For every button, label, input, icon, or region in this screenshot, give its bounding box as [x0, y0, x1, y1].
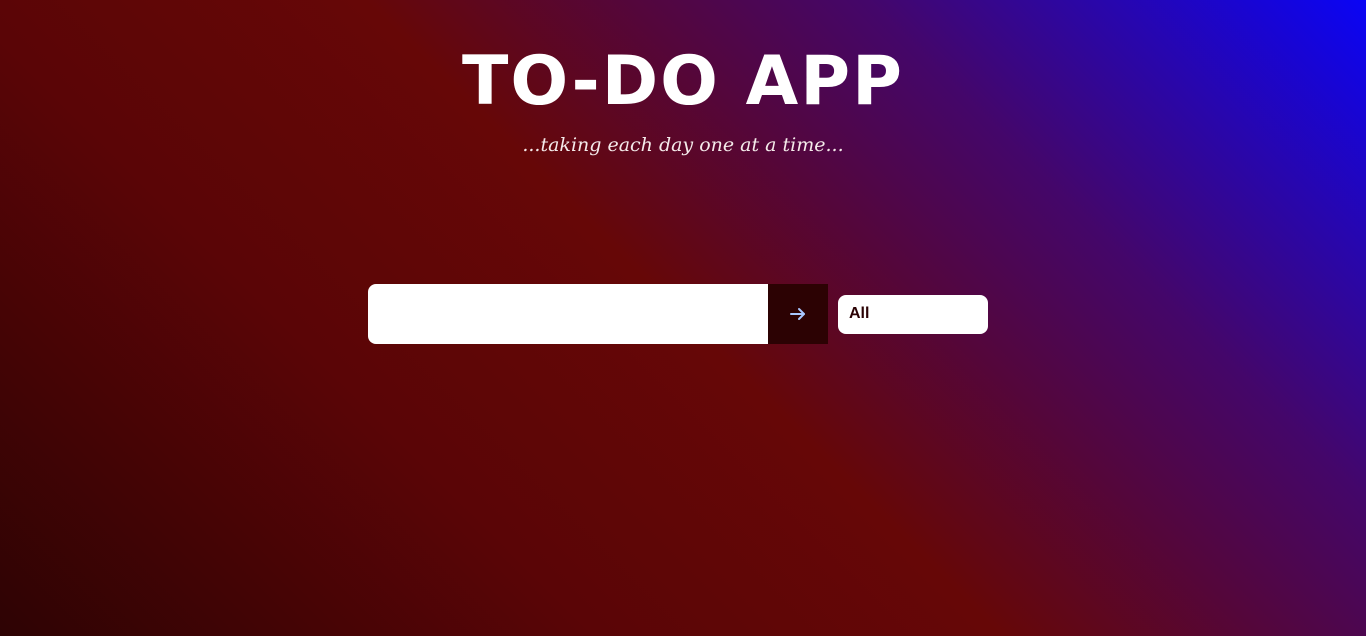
filter-selected-value: All [849, 305, 870, 322]
app-header: TO-DO APP ...taking each day one at a ti… [0, 40, 1366, 158]
app-title: TO-DO APP [462, 42, 904, 121]
todo-form: All [368, 284, 988, 344]
arrow-right-icon [789, 305, 807, 323]
todo-input[interactable] [368, 284, 768, 344]
filter-select[interactable]: All [838, 294, 988, 334]
app-subtitle: ...taking each day one at a time... [522, 134, 844, 156]
add-todo-button[interactable] [768, 284, 828, 344]
